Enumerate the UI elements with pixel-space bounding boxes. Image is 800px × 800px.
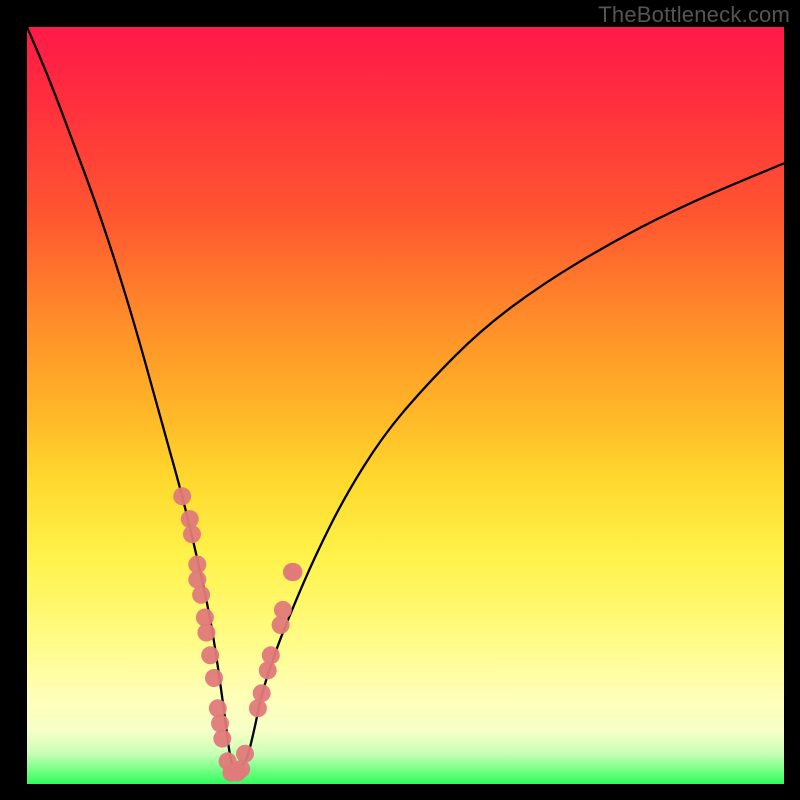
data-point [209, 699, 227, 717]
data-point [173, 487, 191, 505]
data-point [201, 646, 219, 664]
data-point [197, 624, 215, 642]
data-point [285, 563, 303, 581]
chart-frame: TheBottleneck.com [0, 0, 800, 800]
data-point [181, 510, 199, 528]
data-point [262, 646, 280, 664]
data-point [249, 699, 267, 717]
data-point [259, 661, 277, 679]
data-point [211, 714, 229, 732]
data-point [205, 669, 223, 687]
data-point [213, 730, 231, 748]
data-point [232, 760, 250, 778]
chart-overlay [27, 27, 784, 784]
data-point [236, 745, 254, 763]
data-point [183, 525, 201, 543]
data-point [272, 616, 290, 634]
data-point [188, 571, 206, 589]
data-point [274, 601, 292, 619]
data-point [192, 586, 210, 604]
data-point [253, 684, 271, 702]
bottleneck-curve [27, 27, 784, 769]
plot-area [27, 27, 784, 784]
watermark-text: TheBottleneck.com [598, 2, 790, 28]
